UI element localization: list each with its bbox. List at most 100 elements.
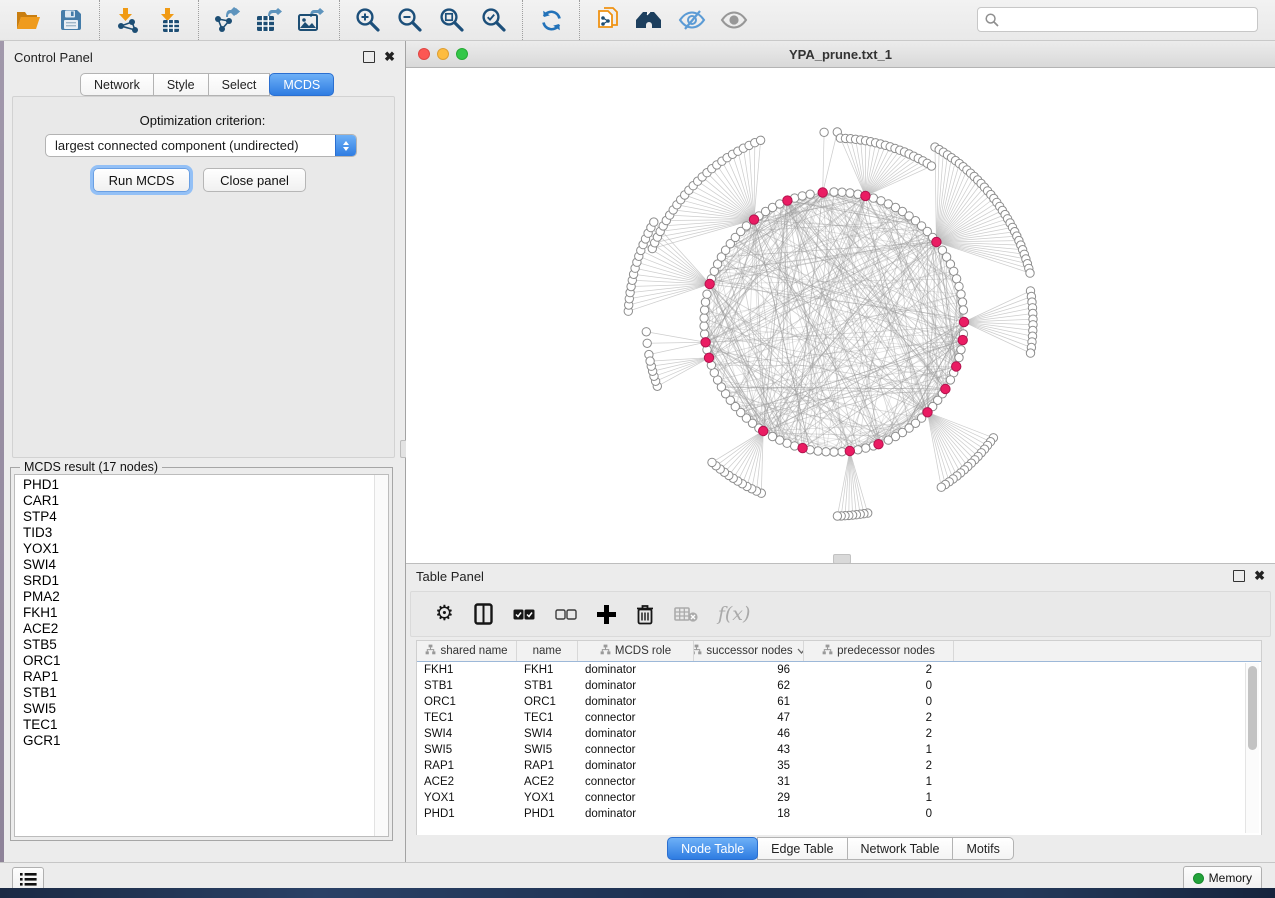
table-cell[interactable]: 1 [804,744,954,756]
column-header-shared-name[interactable]: shared name [417,641,517,661]
search-network-icon[interactable] [632,4,668,36]
apply-function-icon[interactable]: f(x) [718,599,751,629]
mcds-result-item[interactable]: RAP1 [15,669,374,685]
table-cell[interactable]: 2 [804,712,954,724]
close-panel-button[interactable]: Close panel [203,168,306,192]
table-cell[interactable]: TEC1 [517,712,578,724]
float-panel-icon[interactable] [363,51,375,63]
table-cell[interactable]: 31 [694,776,804,788]
clone-network-icon[interactable] [590,4,626,36]
table-cell[interactable]: 96 [694,664,804,676]
table-cell[interactable]: dominator [578,760,694,772]
run-mcds-button[interactable]: Run MCDS [93,168,190,192]
table-cell[interactable]: ORC1 [417,696,517,708]
table-cell[interactable]: dominator [578,696,694,708]
tab-network-table[interactable]: Network Table [847,837,954,860]
table-scrollbar-thumb[interactable] [1248,666,1257,750]
table-cell[interactable]: 2 [804,760,954,772]
table-cell[interactable]: dominator [578,728,694,740]
memory-button[interactable]: Memory [1183,866,1262,890]
column-header-predecessor-nodes[interactable]: predecessor nodes [804,641,954,661]
network-search-field[interactable] [977,7,1258,32]
mcds-result-item[interactable]: SWI4 [15,557,374,573]
table-row[interactable]: SWI5SWI5connector431 [417,742,1261,758]
mcds-result-item[interactable]: TEC1 [15,717,374,733]
tab-network[interactable]: Network [80,73,154,96]
table-row[interactable]: ORC1ORC1dominator610 [417,694,1261,710]
mcds-result-item[interactable]: GCR1 [15,733,374,749]
table-cell[interactable]: dominator [578,680,694,692]
table-cell[interactable]: connector [578,744,694,756]
table-cell[interactable]: SWI4 [417,728,517,740]
table-cell[interactable]: 0 [804,680,954,692]
table-scrollbar[interactable] [1245,663,1259,833]
table-options-icon[interactable]: ⚙ [435,599,454,629]
table-cell[interactable]: PHD1 [517,808,578,820]
table-cell[interactable]: 2 [804,728,954,740]
mcds-result-item[interactable]: SWI5 [15,701,374,717]
table-cell[interactable]: 47 [694,712,804,724]
mcds-result-item[interactable]: STP4 [15,509,374,525]
table-cell[interactable]: 62 [694,680,804,692]
table-row[interactable]: ACE2ACE2connector311 [417,774,1261,790]
table-cell[interactable]: FKH1 [517,664,578,676]
table-cell[interactable]: 1 [804,776,954,788]
table-cell[interactable]: 46 [694,728,804,740]
export-network-icon[interactable] [209,4,245,36]
zoom-fit-icon[interactable] [434,4,470,36]
table-cell[interactable]: dominator [578,664,694,676]
close-panel-icon[interactable]: ✖ [384,52,395,62]
criterion-dropdown[interactable]: largest connected component (undirected) [45,134,357,157]
table-cell[interactable]: 43 [694,744,804,756]
mcds-result-item[interactable]: STB1 [15,685,374,701]
zoom-selected-icon[interactable] [476,4,512,36]
tab-mcds[interactable]: MCDS [269,73,334,96]
table-cell[interactable]: STB1 [517,680,578,692]
table-cell[interactable]: FKH1 [417,664,517,676]
table-cell[interactable]: SWI5 [517,744,578,756]
mcds-result-listbox[interactable]: PHD1CAR1STP4TID3YOX1SWI4SRD1PMA2FKH1ACE2… [14,474,389,837]
tab-edge-table[interactable]: Edge Table [757,837,847,860]
mcds-result-item[interactable]: CAR1 [15,493,374,509]
table-cell[interactable]: TEC1 [417,712,517,724]
table-cell[interactable]: RAP1 [417,760,517,772]
tab-style[interactable]: Style [153,73,209,96]
export-table-icon[interactable] [251,4,287,36]
table-cell[interactable]: PHD1 [417,808,517,820]
table-cell[interactable]: SWI4 [517,728,578,740]
mcds-result-item[interactable]: TID3 [15,525,374,541]
table-row[interactable]: TEC1TEC1connector472 [417,710,1261,726]
table-cell[interactable]: 0 [804,696,954,708]
mcds-result-item[interactable]: PHD1 [15,477,374,493]
table-row[interactable]: STB1STB1dominator620 [417,678,1261,694]
zoom-in-icon[interactable] [350,4,386,36]
table-cell[interactable]: connector [578,776,694,788]
table-cell[interactable]: RAP1 [517,760,578,772]
table-cell[interactable]: dominator [578,808,694,820]
mcds-result-item[interactable]: ORC1 [15,653,374,669]
table-row[interactable]: YOX1YOX1connector291 [417,790,1261,806]
mcds-result-item[interactable]: STB5 [15,637,374,653]
table-cell[interactable]: 18 [694,808,804,820]
tab-select[interactable]: Select [208,73,271,96]
table-cell[interactable]: SWI5 [417,744,517,756]
open-session-icon[interactable] [11,4,47,36]
table-row[interactable]: FKH1FKH1dominator962 [417,662,1261,678]
network-view-canvas[interactable] [406,68,1275,563]
table-row[interactable]: RAP1RAP1dominator352 [417,758,1261,774]
tab-motifs[interactable]: Motifs [952,837,1013,860]
table-cell[interactable]: ORC1 [517,696,578,708]
delete-column-icon[interactable] [636,599,654,629]
column-header-MCDS-role[interactable]: MCDS role [578,641,694,661]
delete-table-icon[interactable] [674,599,698,629]
table-cell[interactable]: 1 [804,792,954,804]
table-row[interactable]: PHD1PHD1dominator180 [417,806,1261,822]
export-image-icon[interactable] [293,4,329,36]
close-panel-icon[interactable]: ✖ [1254,571,1265,581]
mcds-list-scrollbar[interactable] [374,475,388,836]
import-table-icon[interactable] [152,4,188,36]
table-cell[interactable]: YOX1 [517,792,578,804]
network-graph[interactable] [406,68,1275,563]
add-column-icon[interactable] [597,599,616,629]
table-cell[interactable]: 61 [694,696,804,708]
